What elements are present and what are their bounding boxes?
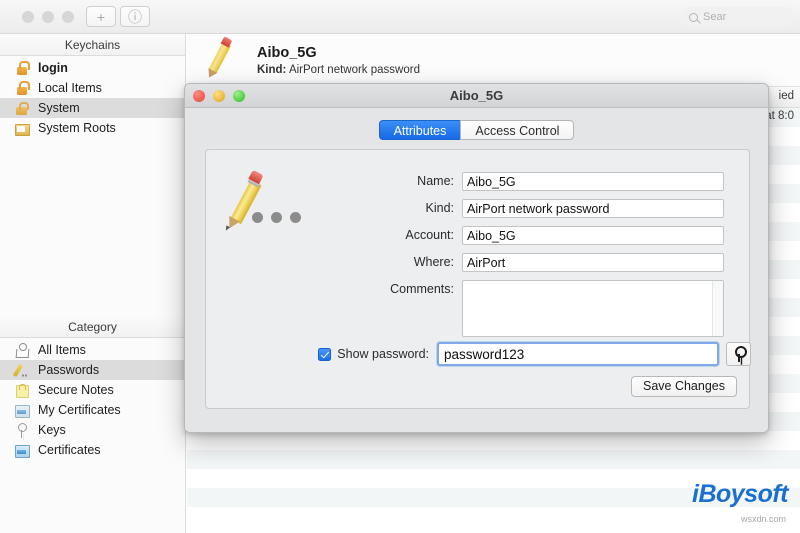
key-icon <box>733 346 747 362</box>
sidebar-item-system-roots[interactable]: System Roots <box>0 118 185 138</box>
name-label: Name: <box>417 174 454 188</box>
show-password-checkbox[interactable] <box>318 347 332 361</box>
dialog-body: Attributes Access Control Name: Kind: <box>185 108 768 432</box>
dialog-tabs: Attributes Access Control <box>185 120 768 140</box>
dialog-minimize-button[interactable] <box>213 90 225 102</box>
sidebar-item-all-items[interactable]: All Items <box>0 340 185 360</box>
lock-open-icon <box>14 60 30 76</box>
watermark-subtext: wsxdn.com <box>740 514 786 524</box>
sidebar-item-login[interactable]: login <box>0 58 185 78</box>
table-row[interactable] <box>187 431 800 450</box>
field-row-kind: Kind: <box>206 199 751 218</box>
pencil-icon <box>201 36 243 82</box>
row-modified-cell: at 8:0 <box>765 110 794 122</box>
field-row-account: Account: <box>206 226 751 245</box>
sidebar-item-label: Local Items <box>38 81 102 95</box>
sidebar-item-keys[interactable]: Keys <box>0 420 185 440</box>
sidebar-item-label: System Roots <box>38 121 116 135</box>
kind-field[interactable] <box>462 199 724 218</box>
category-header: Category <box>0 316 185 338</box>
item-info-button[interactable]: ⓘ <box>120 6 150 27</box>
item-kind-value: AirPort network password <box>288 63 420 76</box>
account-label: Account: <box>405 228 454 242</box>
main-window-toolbar: + ⓘ Sear <box>0 0 800 34</box>
sidebar-item-secure-notes[interactable]: Secure Notes <box>0 380 185 400</box>
selected-item-header: Aibo_5G Kind: AirPort network password <box>187 34 800 87</box>
sidebar: Keychains login Local Items System Syste… <box>0 34 186 533</box>
item-kind-line: Kind: AirPort network password <box>257 64 420 76</box>
sidebar-item-system[interactable]: System <box>0 98 185 118</box>
comments-field[interactable] <box>462 280 724 337</box>
keychains-list: login Local Items System System Roots <box>0 56 185 138</box>
certificate-blue-icon <box>14 443 30 458</box>
iboysoft-watermark: iBoysoft <box>692 480 789 508</box>
maximize-button-disabled <box>62 11 74 23</box>
note-icon <box>14 383 29 398</box>
column-header-modified[interactable]: ied <box>779 90 794 102</box>
item-details-dialog: Aibo_5G Attributes Access Control Name: <box>184 83 769 433</box>
sidebar-item-label: Keys <box>38 423 66 437</box>
attributes-panel: Name: Kind: Account: Where: Comments: <box>205 149 751 409</box>
tab-attributes[interactable]: Attributes <box>378 120 461 140</box>
sidebar-item-label: Secure Notes <box>38 383 114 397</box>
sidebar-item-label: System <box>38 101 80 115</box>
page-title: Aibo_5G <box>257 44 317 61</box>
name-field[interactable] <box>462 172 724 191</box>
search-placeholder: Sear <box>703 11 727 23</box>
sidebar-item-certificates[interactable]: Certificates <box>0 440 185 460</box>
account-field[interactable] <box>462 226 724 245</box>
minimize-button-disabled <box>42 11 54 23</box>
sidebar-item-label: Certificates <box>38 443 101 457</box>
folder-icon <box>14 121 30 136</box>
certificate-icon <box>14 403 30 418</box>
field-row-name: Name: <box>206 172 751 191</box>
pencil-icon <box>14 363 29 378</box>
show-password-control[interactable]: Show password: <box>206 347 437 361</box>
save-changes-button[interactable]: Save Changes <box>630 376 737 397</box>
kind-label: Kind: <box>425 201 455 215</box>
comments-label: Comments: <box>390 282 454 296</box>
sidebar-item-passwords[interactable]: Passwords <box>0 360 185 380</box>
category-list: All Items Passwords Secure Notes My Cert… <box>0 338 185 460</box>
dialog-traffic-lights <box>193 90 245 102</box>
where-field[interactable] <box>462 253 724 272</box>
show-password-label: Show password: <box>337 347 430 361</box>
add-item-button[interactable]: + <box>86 6 116 27</box>
password-field[interactable] <box>437 342 719 366</box>
search-icon <box>689 12 698 22</box>
sidebar-item-local-items[interactable]: Local Items <box>0 78 185 98</box>
dialog-zoom-button[interactable] <box>233 90 245 102</box>
sidebar-item-my-certificates[interactable]: My Certificates <box>0 400 185 420</box>
dialog-titlebar[interactable]: Aibo_5G <box>185 84 768 108</box>
keyring-icon <box>14 342 29 358</box>
plus-icon: + <box>96 8 106 25</box>
info-icon: ⓘ <box>128 8 142 25</box>
sidebar-item-label: Passwords <box>38 363 100 377</box>
main-window-traffic-lights <box>22 11 74 23</box>
sidebar-item-label: My Certificates <box>38 403 121 417</box>
dialog-close-button[interactable] <box>193 90 205 102</box>
table-row[interactable] <box>187 450 800 469</box>
lock-closed-icon <box>14 101 29 116</box>
key-icon <box>14 422 29 438</box>
sidebar-item-label: All Items <box>38 343 86 357</box>
search-input[interactable]: Sear <box>682 7 794 27</box>
lock-open-icon <box>14 80 30 96</box>
where-label: Where: <box>413 255 454 269</box>
password-assistant-button[interactable] <box>726 342 751 366</box>
field-row-where: Where: <box>206 253 751 272</box>
tab-access-control[interactable]: Access Control <box>460 120 575 140</box>
keychain-access-app: + ⓘ Sear Keychains login Local Items Sys… <box>0 0 800 533</box>
keychains-header: Keychains <box>0 34 185 56</box>
password-row: Show password: <box>206 342 751 366</box>
dialog-title: Aibo_5G <box>449 88 504 103</box>
comments-scrollbar[interactable] <box>712 281 723 336</box>
selected-item-info: Aibo_5G Kind: AirPort network password <box>257 45 420 76</box>
sidebar-item-label: login <box>38 61 68 75</box>
field-row-comments: Comments: <box>206 280 751 337</box>
close-button-disabled <box>22 11 34 23</box>
item-kind-label: Kind: <box>257 63 287 76</box>
